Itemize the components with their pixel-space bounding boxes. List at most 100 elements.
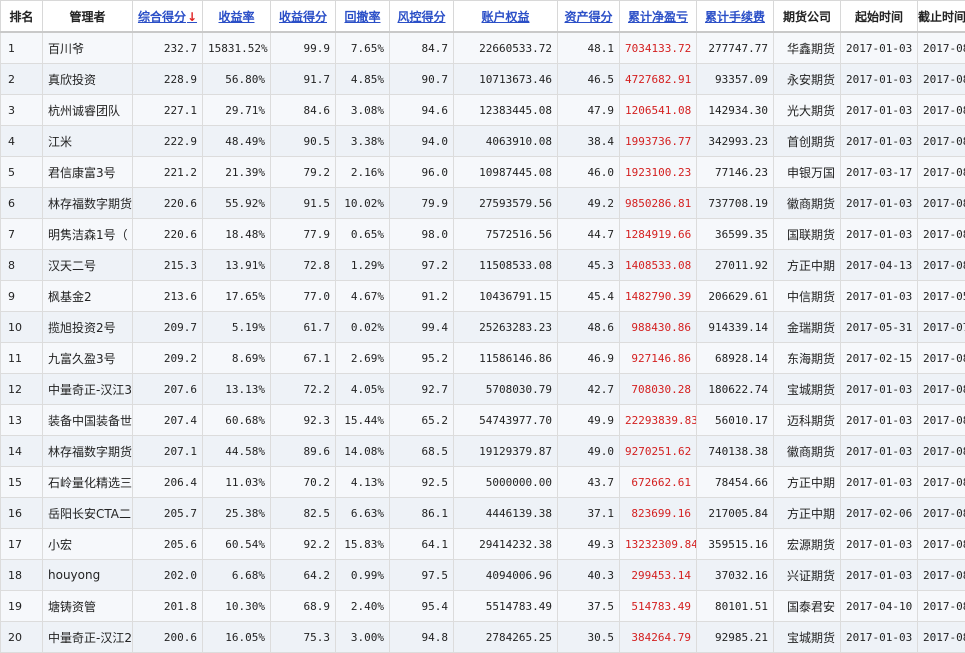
score-cell: 222.9 bbox=[133, 126, 203, 157]
risk-score-cell: 68.5 bbox=[390, 436, 454, 467]
manager-link[interactable]: 小宏 bbox=[43, 529, 133, 560]
manager-link[interactable]: 岳阳长安CTA二 bbox=[43, 498, 133, 529]
net-pnl-cell: 22293839.83 bbox=[620, 405, 697, 436]
score-cell: 207.4 bbox=[133, 405, 203, 436]
rank-cell: 13 bbox=[1, 405, 43, 436]
return-rate-cell: 13.13% bbox=[203, 374, 271, 405]
asset-score-cell: 40.3 bbox=[558, 560, 620, 591]
manager-link[interactable]: 中量奇正-汉江3 bbox=[43, 374, 133, 405]
return-rate-cell: 17.65% bbox=[203, 281, 271, 312]
score-cell: 232.7 bbox=[133, 32, 203, 64]
end-date-cell: 2017-08-23 bbox=[918, 95, 965, 126]
manager-link[interactable]: 装备中国装备世 bbox=[43, 405, 133, 436]
manager-link[interactable]: 塘铸资管 bbox=[43, 591, 133, 622]
header-risk-score-sort[interactable]: 风控得分 bbox=[390, 1, 454, 33]
fees-cell: 77146.23 bbox=[697, 157, 774, 188]
rank-cell: 5 bbox=[1, 157, 43, 188]
header-score-sort[interactable]: 综合得分↓ bbox=[133, 1, 203, 33]
rank-cell: 8 bbox=[1, 250, 43, 281]
manager-link[interactable]: 百川爷 bbox=[43, 32, 133, 64]
table-row: 15石岭量化精选三206.411.03%70.24.13%92.55000000… bbox=[1, 467, 965, 498]
futures-firm-cell: 金瑞期货 bbox=[774, 312, 841, 343]
equity-cell: 54743977.70 bbox=[454, 405, 558, 436]
manager-link[interactable]: 林存福数字期货 bbox=[43, 188, 133, 219]
start-date-cell: 2017-03-17 bbox=[841, 157, 918, 188]
net-pnl-cell: 384264.79 bbox=[620, 622, 697, 653]
header-end-date: 截止时间 bbox=[918, 1, 965, 33]
manager-link[interactable]: 君信康富3号 bbox=[43, 157, 133, 188]
asset-score-cell: 46.5 bbox=[558, 64, 620, 95]
equity-cell: 10713673.46 bbox=[454, 64, 558, 95]
start-date-cell: 2017-02-06 bbox=[841, 498, 918, 529]
rank-cell: 19 bbox=[1, 591, 43, 622]
header-rank: 排名 bbox=[1, 1, 43, 33]
score-cell: 205.6 bbox=[133, 529, 203, 560]
return-rate-cell: 13.91% bbox=[203, 250, 271, 281]
start-date-cell: 2017-01-03 bbox=[841, 560, 918, 591]
manager-link[interactable]: 真欣投资 bbox=[43, 64, 133, 95]
risk-score-cell: 94.6 bbox=[390, 95, 454, 126]
end-date-cell: 2017-08-23 bbox=[918, 591, 965, 622]
table-row: 2真欣投资228.956.80%91.74.85%90.710713673.46… bbox=[1, 64, 965, 95]
manager-link[interactable]: 林存福数字期货 bbox=[43, 436, 133, 467]
manager-link[interactable]: 汉天二号 bbox=[43, 250, 133, 281]
header-net-pnl-sort[interactable]: 累计净盈亏 bbox=[620, 1, 697, 33]
drawdown-cell: 10.02% bbox=[336, 188, 390, 219]
net-pnl-cell: 708030.28 bbox=[620, 374, 697, 405]
manager-link[interactable]: 中量奇正-汉江2 bbox=[43, 622, 133, 653]
net-pnl-cell: 9850286.81 bbox=[620, 188, 697, 219]
score-cell: 213.6 bbox=[133, 281, 203, 312]
start-date-cell: 2017-01-03 bbox=[841, 32, 918, 64]
asset-score-cell: 37.1 bbox=[558, 498, 620, 529]
rank-cell: 3 bbox=[1, 95, 43, 126]
return-rate-cell: 55.92% bbox=[203, 188, 271, 219]
header-return-score-sort[interactable]: 收益得分 bbox=[271, 1, 336, 33]
header-fees-sort[interactable]: 累计手续费 bbox=[697, 1, 774, 33]
start-date-cell: 2017-05-31 bbox=[841, 312, 918, 343]
asset-score-cell: 45.3 bbox=[558, 250, 620, 281]
start-date-cell: 2017-02-15 bbox=[841, 343, 918, 374]
start-date-cell: 2017-01-03 bbox=[841, 219, 918, 250]
score-cell: 221.2 bbox=[133, 157, 203, 188]
fees-cell: 359515.16 bbox=[697, 529, 774, 560]
rank-cell: 11 bbox=[1, 343, 43, 374]
manager-link[interactable]: 明隽洁森1号（ bbox=[43, 219, 133, 250]
risk-score-cell: 64.1 bbox=[390, 529, 454, 560]
equity-cell: 4094006.96 bbox=[454, 560, 558, 591]
manager-link[interactable]: houyong bbox=[43, 560, 133, 591]
equity-cell: 10436791.15 bbox=[454, 281, 558, 312]
futures-firm-cell: 国泰君安 bbox=[774, 591, 841, 622]
return-score-cell: 77.9 bbox=[271, 219, 336, 250]
rank-cell: 6 bbox=[1, 188, 43, 219]
header-row: 排名 管理者 综合得分↓ 收益率 收益得分 回撤率 风控得分 账户权益 资产得分… bbox=[1, 1, 965, 33]
manager-link[interactable]: 杭州诚睿团队 bbox=[43, 95, 133, 126]
manager-link[interactable]: 石岭量化精选三 bbox=[43, 467, 133, 498]
return-rate-cell: 11.03% bbox=[203, 467, 271, 498]
end-date-cell: 2017-08-23 bbox=[918, 343, 965, 374]
fees-cell: 93357.09 bbox=[697, 64, 774, 95]
drawdown-cell: 3.00% bbox=[336, 622, 390, 653]
fees-cell: 277747.77 bbox=[697, 32, 774, 64]
manager-link[interactable]: 江米 bbox=[43, 126, 133, 157]
asset-score-cell: 44.7 bbox=[558, 219, 620, 250]
fees-cell: 37032.16 bbox=[697, 560, 774, 591]
return-score-cell: 77.0 bbox=[271, 281, 336, 312]
manager-link[interactable]: 揽旭投资2号 bbox=[43, 312, 133, 343]
asset-score-cell: 49.0 bbox=[558, 436, 620, 467]
asset-score-cell: 43.7 bbox=[558, 467, 620, 498]
header-asset-score-sort[interactable]: 资产得分 bbox=[558, 1, 620, 33]
futures-firm-cell: 中信期货 bbox=[774, 281, 841, 312]
risk-score-cell: 92.5 bbox=[390, 467, 454, 498]
header-drawdown-sort[interactable]: 回撤率 bbox=[336, 1, 390, 33]
header-return-rate-sort[interactable]: 收益率 bbox=[203, 1, 271, 33]
fees-cell: 180622.74 bbox=[697, 374, 774, 405]
table-row: 20中量奇正-汉江2200.616.05%75.33.00%94.8278426… bbox=[1, 622, 965, 653]
end-date-cell: 2017-08-23 bbox=[918, 467, 965, 498]
risk-score-cell: 95.4 bbox=[390, 591, 454, 622]
net-pnl-cell: 4727682.91 bbox=[620, 64, 697, 95]
equity-cell: 29414232.38 bbox=[454, 529, 558, 560]
manager-link[interactable]: 九富久盈3号 bbox=[43, 343, 133, 374]
header-equity-sort[interactable]: 账户权益 bbox=[454, 1, 558, 33]
return-score-cell: 72.8 bbox=[271, 250, 336, 281]
manager-link[interactable]: 枫基金2 bbox=[43, 281, 133, 312]
